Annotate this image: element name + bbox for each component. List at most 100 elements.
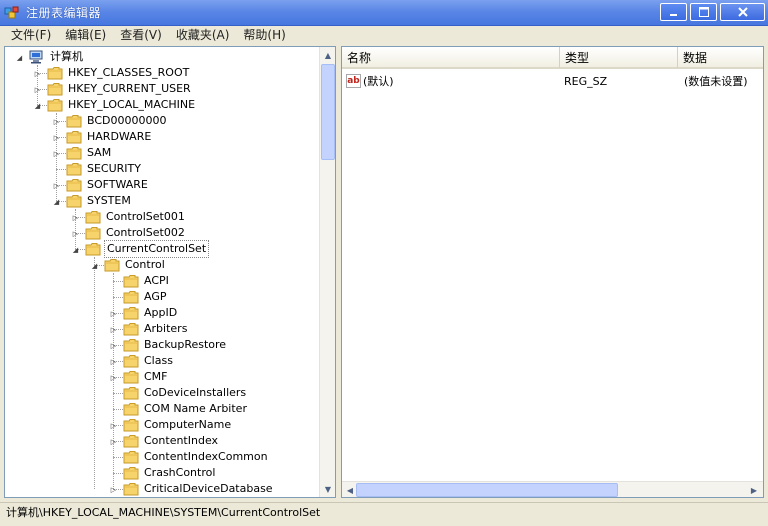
- tree-root-label: 计算机: [50, 50, 83, 63]
- expanded-arrow-icon[interactable]: ◢: [52, 197, 61, 206]
- tree-node[interactable]: ▷ SAM: [52, 145, 113, 161]
- tree-node[interactable]: ▷ AppID: [109, 305, 179, 321]
- tree-node[interactable]: ◢ SYSTEM: [52, 193, 133, 209]
- menu-favorites[interactable]: 收藏夹(A): [169, 26, 237, 45]
- tree-node[interactable]: ◢ Control: [90, 257, 167, 273]
- tree-node-label: SOFTWARE: [87, 178, 148, 191]
- collapsed-arrow-icon[interactable]: ▷: [109, 437, 118, 446]
- close-button[interactable]: [720, 3, 765, 21]
- tree-node[interactable]: SECURITY: [52, 161, 143, 177]
- values-list[interactable]: 名称 类型 数据 ab (默认) REG_SZ (数值未设置) ◀ ▶: [341, 46, 764, 498]
- column-header-data[interactable]: 数据: [678, 47, 763, 69]
- collapsed-arrow-icon[interactable]: ▷: [52, 181, 61, 190]
- tree-node-label: BackupRestore: [144, 338, 227, 351]
- tree-node-label: SYSTEM: [87, 194, 131, 207]
- list-scroll-thumb[interactable]: [356, 483, 618, 497]
- expanded-arrow-icon[interactable]: ◢: [90, 261, 99, 270]
- maximize-icon: [698, 7, 709, 17]
- tree-node[interactable]: ▷ ControlSet002: [71, 225, 187, 241]
- tree-node[interactable]: ▷ ControlSet001: [71, 209, 187, 225]
- tree-node-label: SECURITY: [87, 162, 141, 175]
- collapsed-arrow-icon[interactable]: ▷: [71, 229, 80, 238]
- tree-node[interactable]: ▷ SOFTWARE: [52, 177, 150, 193]
- tree-node[interactable]: ▷ ComputerName: [109, 417, 233, 433]
- tree-node[interactable]: ▷ BCD00000000: [52, 113, 169, 129]
- tree-node[interactable]: CoDeviceInstallers: [109, 385, 248, 401]
- folder-icon: [66, 179, 82, 192]
- collapsed-arrow-icon[interactable]: ▷: [52, 149, 61, 158]
- tree-root-row[interactable]: ◢ 计算机: [15, 49, 85, 65]
- collapsed-arrow-icon[interactable]: ▷: [109, 421, 118, 430]
- collapsed-arrow-icon[interactable]: ▷: [33, 85, 42, 94]
- collapsed-arrow-icon[interactable]: ▷: [109, 485, 118, 494]
- tree-node-label: AGP: [144, 290, 167, 303]
- minimize-button[interactable]: [660, 3, 687, 21]
- scroll-left-arrow-icon[interactable]: ◀: [343, 483, 357, 497]
- menu-view[interactable]: 查看(V): [113, 26, 169, 45]
- tree-node[interactable]: AGP: [109, 289, 169, 305]
- value-data: (数值未设置): [684, 75, 748, 88]
- collapsed-arrow-icon[interactable]: ▷: [71, 213, 80, 222]
- list-horizontal-scrollbar[interactable]: ◀ ▶: [342, 481, 763, 497]
- menu-file[interactable]: 文件(F): [4, 26, 58, 45]
- collapsed-arrow-icon[interactable]: ▷: [109, 309, 118, 318]
- regedit-app-icon: [4, 5, 20, 21]
- collapsed-arrow-icon[interactable]: ▷: [109, 325, 118, 334]
- column-header-name[interactable]: 名称: [342, 47, 560, 69]
- string-value-icon: ab: [346, 74, 361, 88]
- tree-node-label: ComputerName: [144, 418, 232, 431]
- tree-node[interactable]: ▷ Class: [109, 353, 175, 369]
- tree-node[interactable]: ContentIndexCommon: [109, 449, 270, 465]
- folder-icon: [66, 115, 82, 128]
- collapsed-arrow-icon[interactable]: ▷: [109, 341, 118, 350]
- tree-node-label: HKEY_CLASSES_ROOT: [68, 66, 190, 79]
- tree-node[interactable]: ▷ BackupRestore: [109, 337, 228, 353]
- collapsed-arrow-icon[interactable]: ▷: [52, 117, 61, 126]
- maximize-button[interactable]: [690, 3, 717, 21]
- expanded-arrow-icon[interactable]: ◢: [15, 53, 24, 62]
- menu-bar: 文件(F) 编辑(E) 查看(V) 收藏夹(A) 帮助(H): [0, 26, 768, 45]
- collapsed-arrow-icon[interactable]: ▷: [109, 357, 118, 366]
- collapsed-arrow-icon[interactable]: ▷: [109, 373, 118, 382]
- menu-edit[interactable]: 编辑(E): [58, 26, 113, 45]
- tree-node-label: AppID: [144, 306, 178, 319]
- value-data-cell: (数值未设置): [684, 72, 748, 90]
- scroll-up-arrow-icon[interactable]: ▲: [321, 48, 335, 62]
- status-bar: 计算机\HKEY_LOCAL_MACHINE\SYSTEM\CurrentCon…: [0, 502, 768, 526]
- folder-icon: [123, 451, 139, 464]
- scroll-right-arrow-icon[interactable]: ▶: [747, 483, 761, 497]
- folder-icon: [123, 467, 139, 480]
- tree-node[interactable]: ▷ Arbiters: [109, 321, 189, 337]
- tree-node[interactable]: ▷ CMF: [109, 369, 170, 385]
- tree-node[interactable]: ▷ CriticalDeviceDatabase: [109, 481, 275, 497]
- tree-scroll-thumb[interactable]: [321, 64, 335, 160]
- folder-icon: [123, 275, 139, 288]
- expanded-arrow-icon[interactable]: ◢: [71, 245, 80, 254]
- folder-icon: [123, 435, 139, 448]
- tree-node[interactable]: ◢ HKEY_LOCAL_MACHINE: [33, 97, 197, 113]
- folder-icon: [123, 419, 139, 432]
- tree-node[interactable]: COM Name Arbiter: [109, 401, 249, 417]
- close-icon: [737, 7, 748, 17]
- tree-node[interactable]: ▷ HKEY_CLASSES_ROOT: [33, 65, 191, 81]
- registry-tree[interactable]: ◢ 计算机 ▷ HKEY_CLASSES_ROOT ▷ HKEY_CURRENT_US…: [4, 46, 336, 498]
- menu-help[interactable]: 帮助(H): [236, 26, 292, 45]
- title-bar[interactable]: 注册表编辑器: [0, 0, 768, 26]
- tree-node[interactable]: ▷ HKEY_CURRENT_USER: [33, 81, 193, 97]
- tree-vertical-scrollbar[interactable]: ▲ ▼: [319, 47, 335, 497]
- folder-icon: [123, 483, 139, 496]
- value-row[interactable]: ab (默认): [346, 72, 394, 90]
- tree-node[interactable]: CrashControl: [109, 465, 217, 481]
- folder-icon: [123, 323, 139, 336]
- tree-node[interactable]: ◢ CurrentControlSet: [71, 240, 210, 258]
- collapsed-arrow-icon[interactable]: ▷: [33, 69, 42, 78]
- tree-node[interactable]: ACPI: [109, 273, 171, 289]
- tree-node[interactable]: ▷ HARDWARE: [52, 129, 153, 145]
- value-type-cell: REG_SZ: [564, 72, 607, 90]
- folder-icon: [85, 211, 101, 224]
- tree-node[interactable]: ▷ ContentIndex: [109, 433, 220, 449]
- collapsed-arrow-icon[interactable]: ▷: [52, 133, 61, 142]
- column-header-type[interactable]: 类型: [560, 47, 678, 69]
- expanded-arrow-icon[interactable]: ◢: [33, 101, 42, 110]
- scroll-down-arrow-icon[interactable]: ▼: [321, 482, 335, 496]
